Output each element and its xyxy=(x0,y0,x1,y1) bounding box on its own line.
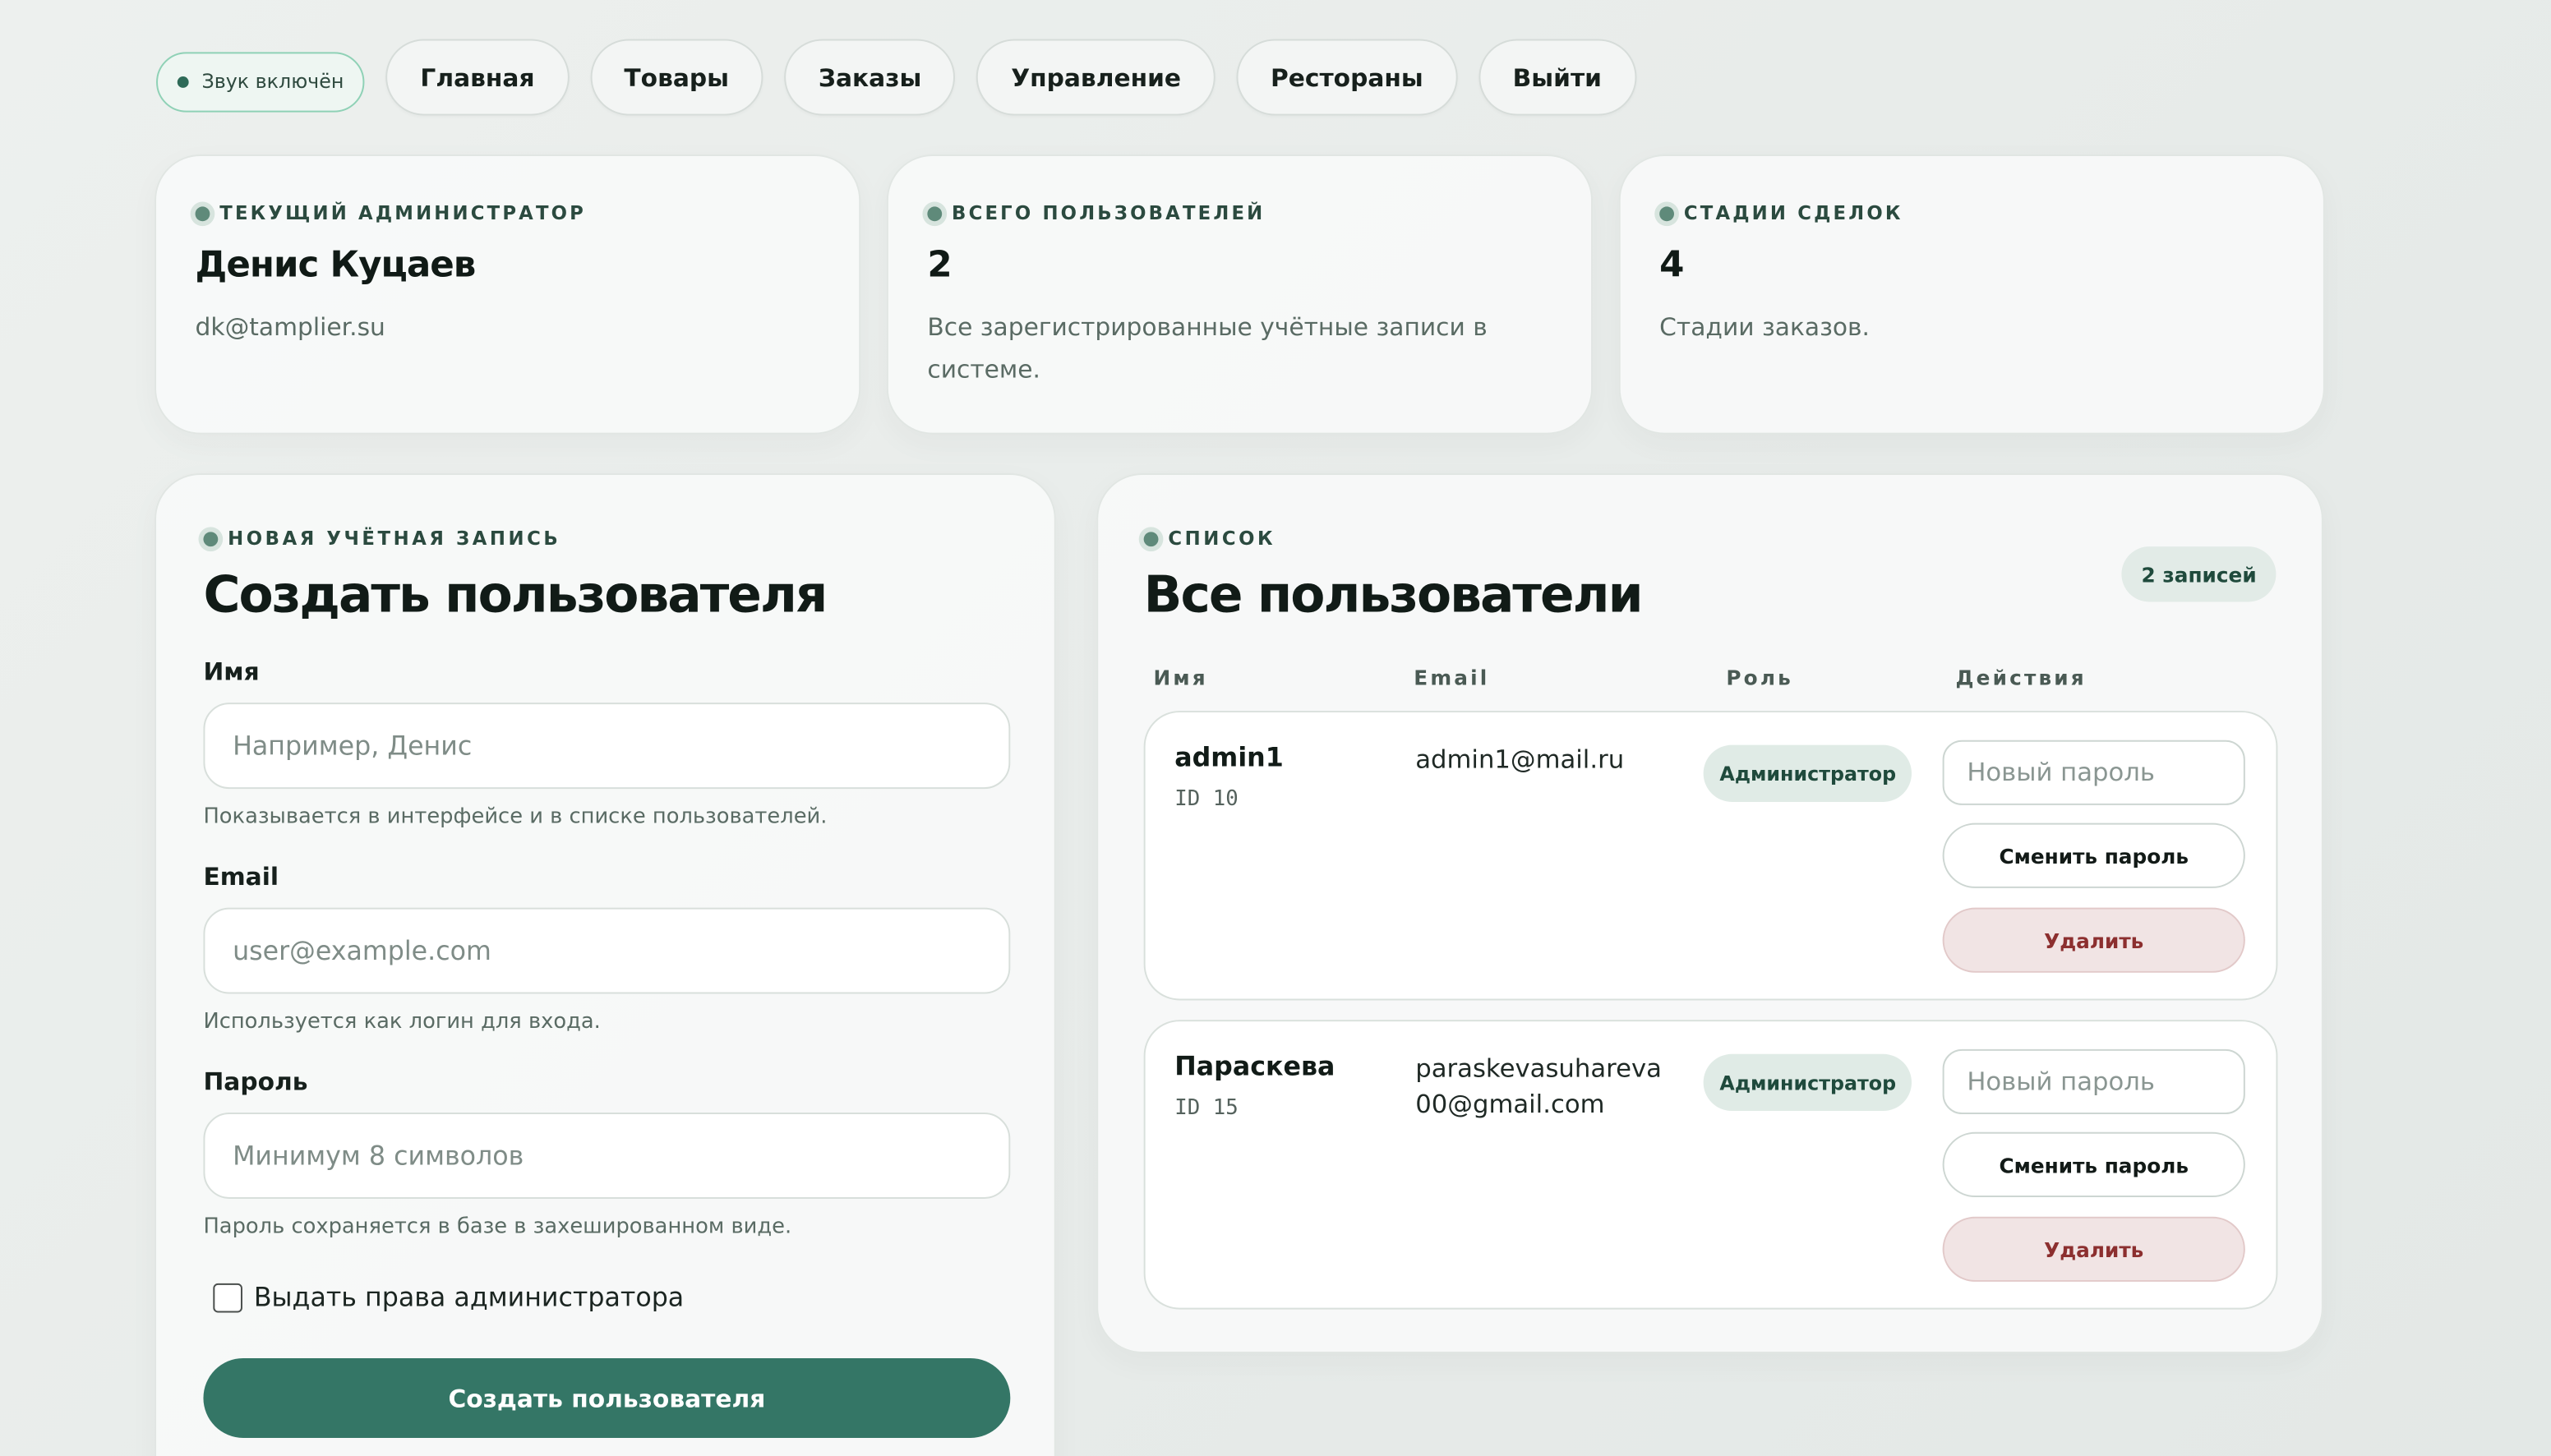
password-hint: Пароль сохраняется в базе в захешированн… xyxy=(203,1214,792,1240)
create-title: Создать пользователя xyxy=(203,565,828,625)
role-badge: Администратор xyxy=(1703,744,1912,802)
stat-kicker-label: Всего пользователей xyxy=(952,201,1266,225)
records-count-badge: 2 записей xyxy=(2121,546,2277,602)
create-user-button[interactable]: Создать пользователя xyxy=(203,1357,1011,1438)
sound-toggle-label: Звук включён xyxy=(201,70,344,93)
kicker-dot-icon xyxy=(203,531,219,546)
stat-kicker-label: Стадии сделок xyxy=(1683,201,1903,225)
nav-orders[interactable]: Заказы xyxy=(784,39,956,116)
list-kicker-label: Список xyxy=(1168,527,1276,551)
nav-home[interactable]: Главная xyxy=(385,39,570,116)
stat-card-deal-stages: Стадии сделок 4 Стадии заказов. xyxy=(1618,154,2325,435)
table-row: admin1 ID 10 admin1@mail.ru Администрато… xyxy=(1143,711,2278,1001)
password-input[interactable]: Минимум 8 символов xyxy=(203,1113,1011,1199)
user-email: admin1@mail.ru xyxy=(1415,744,1625,775)
user-name: Параскева xyxy=(1174,1050,1335,1082)
user-id: ID 10 xyxy=(1174,787,1239,812)
stat-subtitle: Стадии заказов. xyxy=(1659,312,1871,342)
column-header-email: Email xyxy=(1414,665,1490,690)
column-header-actions: Действия xyxy=(1955,665,2087,690)
email-label: Email xyxy=(203,862,279,892)
name-input[interactable]: Например, Денис xyxy=(203,703,1011,790)
kicker-dot-icon xyxy=(1659,205,1675,221)
email-hint: Используется как логин для входа. xyxy=(203,1010,601,1035)
nav-restaurants[interactable]: Рестораны xyxy=(1236,39,1458,116)
list-title: Все пользователи xyxy=(1143,565,1644,625)
role-badge: Администратор xyxy=(1703,1053,1912,1112)
users-list-panel: Список Все пользователи 2 записей Имя Em… xyxy=(1096,473,2323,1354)
new-password-input[interactable]: Новый пароль xyxy=(1942,1048,2245,1115)
stat-kicker: Стадии сделок xyxy=(1659,201,2284,224)
user-id: ID 15 xyxy=(1174,1096,1239,1121)
create-kicker: Новая учётная запись xyxy=(203,527,1007,550)
stat-kicker: Всего пользователей xyxy=(927,201,1552,224)
admin-rights-row: Выдать права администратора xyxy=(213,1282,1007,1313)
user-email: paraskevasuhareva00@gmail.com xyxy=(1415,1053,1662,1119)
table-row: Параскева ID 15 paraskevasuhareva00@gmai… xyxy=(1143,1020,2278,1310)
stat-kicker: Текущий администратор xyxy=(195,201,820,225)
column-header-name: Имя xyxy=(1153,665,1208,690)
stat-subtitle: Все зарегистрированные учётные записи в … xyxy=(927,312,1488,385)
kicker-dot-icon xyxy=(1143,531,1159,546)
change-password-button[interactable]: Сменить пароль xyxy=(1942,822,2245,888)
nav-logout[interactable]: Выйти xyxy=(1478,39,1636,116)
sound-status-dot-icon xyxy=(177,76,189,87)
kicker-dot-icon xyxy=(195,205,210,221)
app-root: Звук включён Главная Товары Заказы Управ… xyxy=(0,0,2551,1456)
delete-user-button[interactable]: Удалить xyxy=(1942,907,2245,973)
top-nav: Звук включён Главная Товары Заказы Управ… xyxy=(156,39,1636,116)
email-input[interactable]: user@example.com xyxy=(203,907,1011,994)
column-header-role: Роль xyxy=(1726,665,1793,690)
name-hint: Показывается в интерфейсе и в списке пол… xyxy=(203,804,828,830)
user-name: admin1 xyxy=(1174,741,1284,773)
name-label: Имя xyxy=(203,657,260,687)
new-password-input[interactable]: Новый пароль xyxy=(1942,740,2245,805)
list-kicker: Список xyxy=(1143,527,2277,551)
admin-rights-label: Выдать права администратора xyxy=(253,1281,685,1313)
delete-user-button[interactable]: Удалить xyxy=(1942,1216,2245,1282)
change-password-button[interactable]: Сменить пароль xyxy=(1942,1131,2245,1197)
stat-subtitle: dk@tamplier.su xyxy=(195,312,385,342)
stat-title: 4 xyxy=(1659,245,1684,287)
stat-card-current-admin: Текущий администратор Денис Куцаев dk@ta… xyxy=(155,154,861,435)
admin-rights-checkbox[interactable] xyxy=(213,1282,242,1312)
stat-title: Денис Куцаев xyxy=(195,245,477,287)
nav-management[interactable]: Управление xyxy=(976,39,1216,116)
create-kicker-label: Новая учётная запись xyxy=(228,527,561,551)
stat-card-total-users: Всего пользователей 2 Все зарегистрирова… xyxy=(886,154,1594,435)
stat-title: 2 xyxy=(927,245,952,287)
sound-toggle[interactable]: Звук включён xyxy=(156,51,366,112)
nav-products[interactable]: Товары xyxy=(589,39,763,116)
kicker-dot-icon xyxy=(927,205,943,221)
stat-kicker-label: Текущий администратор xyxy=(219,201,587,225)
password-label: Пароль xyxy=(203,1067,308,1097)
create-user-panel: Новая учётная запись Создать пользовател… xyxy=(155,473,1056,1456)
